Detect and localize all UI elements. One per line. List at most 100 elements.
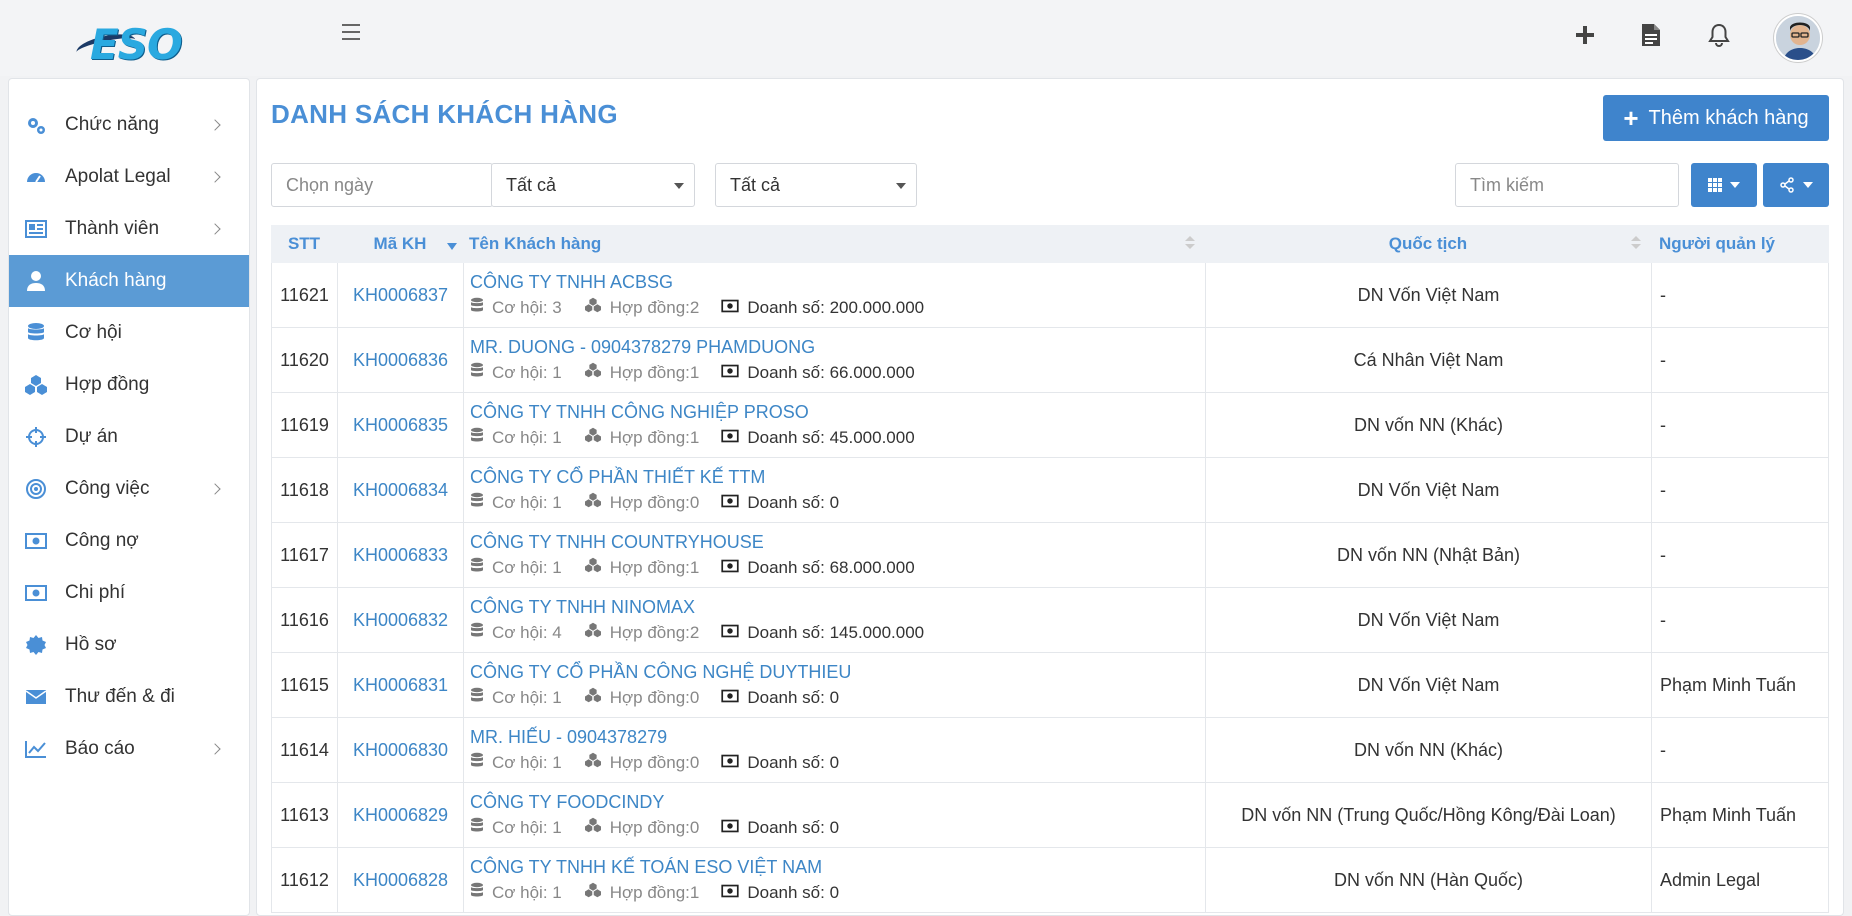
- customer-name-link[interactable]: CÔNG TY TNHH COUNTRYHOUSE: [470, 532, 764, 553]
- table-row: 11617 KH0006833 CÔNG TY TNHH COUNTRYHOUSE C…: [271, 523, 1829, 588]
- sidebar-item-1[interactable]: Apolat Legal: [9, 151, 249, 203]
- cubes-icon: [584, 817, 610, 838]
- customer-code-link[interactable]: KH0006830: [337, 718, 463, 782]
- money-icon: [721, 298, 747, 318]
- opportunity-count: Cơ hội: 1: [470, 557, 562, 578]
- contract-count-text: Hợp đồng:1: [609, 882, 700, 902]
- customer-code-link[interactable]: KH0006829: [337, 783, 463, 847]
- header-ten-kh[interactable]: Tên Khách hàng: [463, 225, 1205, 263]
- sidebar-item-2[interactable]: Thành viên: [9, 203, 249, 255]
- sidebar-item-8[interactable]: Công nợ: [9, 515, 249, 567]
- sidebar-item-3[interactable]: Khách hàng: [9, 255, 249, 307]
- customer-code-link[interactable]: KH0006832: [337, 588, 463, 652]
- revenue-text: Doanh số: 0: [747, 687, 840, 707]
- database-icon: [470, 557, 492, 578]
- user-avatar[interactable]: [1774, 14, 1822, 62]
- share-button[interactable]: [1763, 163, 1829, 207]
- customer-name-link[interactable]: MR. HIẾU - 0904378279: [470, 727, 667, 748]
- opportunity-count-text: Cơ hội: 3: [492, 297, 562, 317]
- filter-select-2[interactable]: Tất cả: [715, 163, 917, 207]
- plus-icon[interactable]: [1572, 22, 1598, 48]
- customer-name-link[interactable]: CÔNG TY TNHH CÔNG NGHIỆP PROSO: [470, 402, 809, 423]
- sidebar-item-12[interactable]: Báo cáo: [9, 723, 249, 775]
- eso-logo[interactable]: ESO: [74, 18, 183, 69]
- cell-nationality: DN Vốn Việt Nam: [1205, 458, 1651, 522]
- cubes-icon: [584, 427, 610, 448]
- document-icon[interactable]: [1638, 22, 1664, 48]
- cell-customer: CÔNG TY FOODCINDY Cơ hội: 1 Hợp đồng:0 Doan…: [463, 783, 1205, 847]
- customer-code-link[interactable]: KH0006837: [337, 263, 463, 327]
- money-icon: [721, 363, 747, 383]
- sidebar-item-label: Khách hàng: [65, 270, 167, 291]
- header-ma-kh[interactable]: Mã KH: [337, 225, 463, 263]
- customer-meta: Cơ hội: 1 Hợp đồng:1 Doanh số: 66.000.000: [470, 362, 937, 383]
- customer-code-link[interactable]: KH0006831: [337, 653, 463, 717]
- date-placeholder: Chọn ngày: [286, 174, 374, 195]
- customer-table: STT Mã KH Tên Khách hàng Quốc tịch Người…: [271, 225, 1829, 913]
- contract-count: Hợp đồng:0: [584, 752, 699, 773]
- cubes-icon: [584, 882, 610, 903]
- table-row: 11614 KH0006830 MR. HIẾU - 0904378279 Cơ hộ…: [271, 718, 1829, 783]
- cell-nationality: DN Vốn Việt Nam: [1205, 588, 1651, 652]
- header-stt[interactable]: STT: [271, 225, 337, 263]
- customer-code-link[interactable]: KH0006834: [337, 458, 463, 522]
- table-row: 11620 KH0006836 MR. DUONG - 0904378279 PHA…: [271, 328, 1829, 393]
- money-icon: [721, 493, 747, 513]
- customer-name-link[interactable]: CÔNG TY TNHH NINOMAX: [470, 597, 695, 618]
- sidebar-item-5[interactable]: Hợp đồng: [9, 359, 249, 411]
- sidebar-item-10[interactable]: Hồ sơ: [9, 619, 249, 671]
- dashboard-icon: [23, 164, 49, 190]
- column-toggle-button[interactable]: [1691, 163, 1757, 207]
- sidebar-item-9[interactable]: Chi phí: [9, 567, 249, 619]
- customer-meta: Cơ hội: 1 Hợp đồng:0 Doanh số: 0: [470, 687, 861, 708]
- header-nguoi-quan-ly[interactable]: Người quản lý: [1651, 225, 1829, 263]
- customer-meta: Cơ hội: 1 Hợp đồng:1 Doanh số: 0: [470, 882, 861, 903]
- money-icon: [721, 558, 747, 578]
- customer-name-link[interactable]: CÔNG TY CỔ PHẦN CÔNG NGHỆ DUYTHIEU: [470, 662, 851, 683]
- page-title: DANH SÁCH KHÁCH HÀNG: [271, 99, 618, 129]
- customer-name-link[interactable]: CÔNG TY TNHH KẾ TOÁN ESO VIỆT NAM: [470, 857, 822, 878]
- sidebar-item-label: Hợp đồng: [65, 374, 150, 395]
- sidebar: Chức năng Apolat Legal Thành viên Khách hàn…: [8, 78, 250, 916]
- database-icon: [470, 622, 492, 643]
- sort-up-icon: [1631, 236, 1641, 241]
- sidebar-item-4[interactable]: Cơ hội: [9, 307, 249, 359]
- menu-toggle-icon[interactable]: [342, 24, 360, 40]
- customer-code-link[interactable]: KH0006836: [337, 328, 463, 392]
- customer-meta: Cơ hội: 1 Hợp đồng:0 Doanh số: 0: [470, 817, 861, 838]
- customer-name-link[interactable]: MR. DUONG - 0904378279 PHAMDUONG: [470, 337, 815, 358]
- sidebar-item-11[interactable]: Thư đến & đi: [9, 671, 249, 723]
- header-quoc-tich[interactable]: Quốc tịch: [1205, 225, 1651, 263]
- revenue-text: Doanh số: 145.000.000: [747, 622, 925, 642]
- customer-name-link[interactable]: CÔNG TY TNHH ACBSG: [470, 272, 673, 293]
- add-customer-button[interactable]: + Thêm khách hàng: [1603, 95, 1829, 141]
- sort-up-icon: [1185, 236, 1195, 241]
- database-icon: [470, 362, 492, 383]
- filter-select-1[interactable]: Tất cả: [491, 163, 695, 207]
- search-input[interactable]: Tìm kiếm: [1455, 163, 1679, 207]
- sidebar-item-0[interactable]: Chức năng: [9, 99, 249, 151]
- bell-icon[interactable]: [1706, 22, 1732, 48]
- opportunity-count: Cơ hội: 1: [470, 427, 562, 448]
- cubes-icon: [584, 492, 610, 513]
- customer-name-link[interactable]: CÔNG TY FOODCINDY: [470, 792, 664, 813]
- header-ma-kh-label: Mã KH: [373, 234, 427, 253]
- sidebar-item-7[interactable]: Công việc: [9, 463, 249, 515]
- revenue-text: Doanh số: 0: [747, 817, 840, 837]
- money-icon: [23, 580, 49, 606]
- table-row: 11621 KH0006837 CÔNG TY TNHH ACBSG Cơ hội: …: [271, 263, 1829, 328]
- customer-code-link[interactable]: KH0006833: [337, 523, 463, 587]
- cell-stt: 11617: [271, 523, 337, 587]
- opportunity-count: Cơ hội: 1: [470, 817, 562, 838]
- chevron-down-icon: [674, 183, 684, 189]
- newspaper-icon: [23, 216, 49, 242]
- customer-code-link[interactable]: KH0006828: [337, 848, 463, 912]
- customer-meta: Cơ hội: 1 Hợp đồng:0 Doanh số: 0: [470, 492, 861, 513]
- contract-count: Hợp đồng:0: [584, 687, 699, 708]
- customer-meta: Cơ hội: 1 Hợp đồng:1 Doanh số: 68.000.000: [470, 557, 937, 578]
- date-picker-input[interactable]: Chọn ngày: [271, 163, 493, 207]
- customer-name-link[interactable]: CÔNG TY CỔ PHẦN THIẾT KẾ TTM: [470, 467, 765, 488]
- customer-code-link[interactable]: KH0006835: [337, 393, 463, 457]
- revenue-text: Doanh số: 68.000.000: [747, 557, 915, 577]
- sidebar-item-6[interactable]: Dự án: [9, 411, 249, 463]
